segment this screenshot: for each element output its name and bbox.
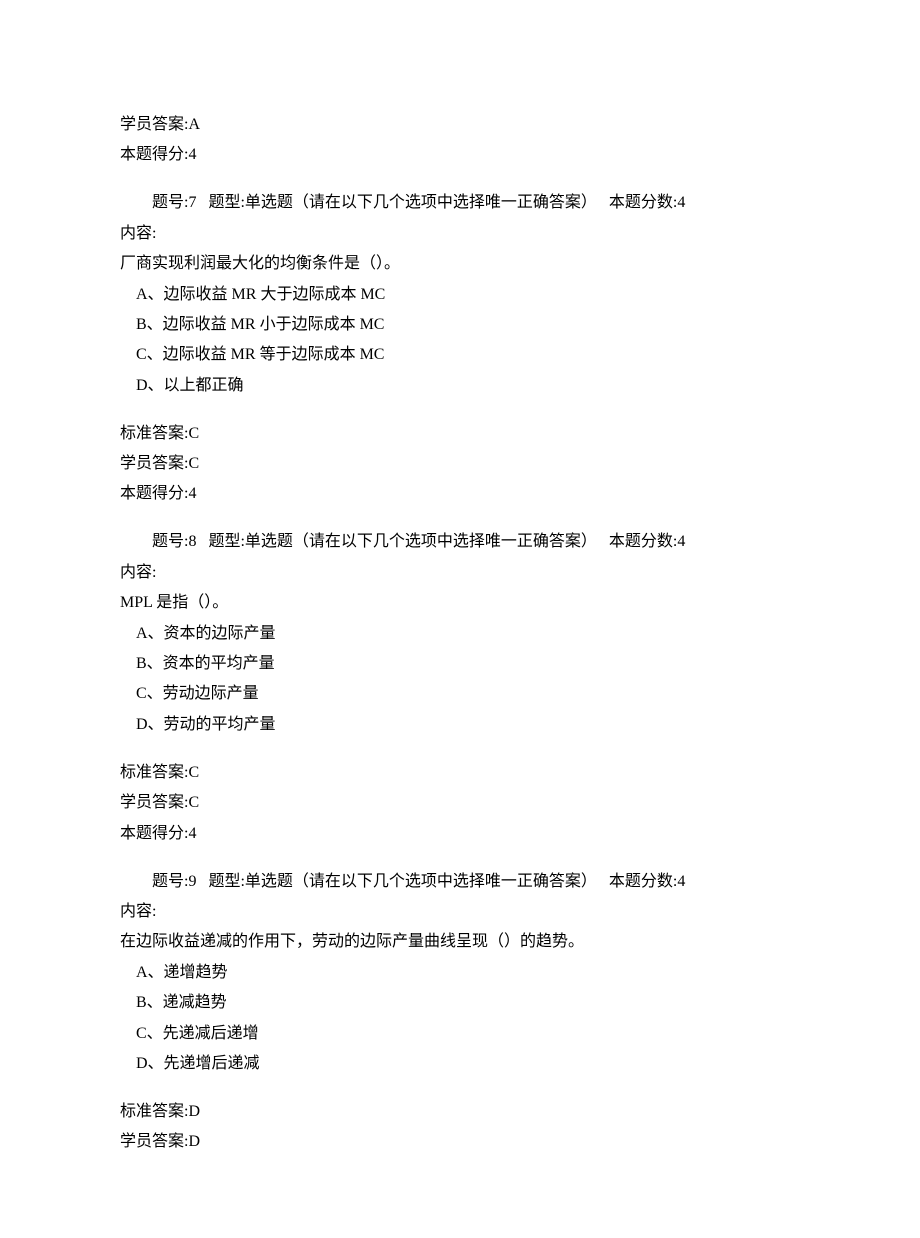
question-type-value: 单选题（请在以下几个选项中选择唯一正确答案）	[245, 873, 597, 890]
standard-answer-line: 标准答案:C	[120, 419, 800, 449]
question-type-label: 题型:	[208, 194, 244, 211]
question-number-value: 7	[188, 194, 196, 211]
question-points-label: 本题分数:	[609, 194, 677, 211]
standard-answer-value: D	[188, 1103, 200, 1120]
question-number-label: 题号:	[152, 533, 188, 550]
question-score-line: 本题得分:4	[120, 479, 800, 509]
question-score-line: 本题得分:4	[120, 819, 800, 849]
question-number-value: 9	[188, 873, 196, 890]
question-header: 题号:7 题型:单选题（请在以下几个选项中选择唯一正确答案） 本题分数:4	[120, 188, 800, 218]
student-answer-line: 学员答案:D	[120, 1127, 800, 1157]
content-label: 内容:	[120, 219, 800, 249]
student-answer-line: 学员答案:C	[120, 788, 800, 818]
option-d: D、以上都正确	[120, 371, 800, 401]
question-type-label: 题型:	[208, 873, 244, 890]
question-score-label: 本题得分:	[120, 825, 188, 842]
question-points-value: 4	[677, 194, 685, 211]
student-answer-value: D	[188, 1133, 200, 1150]
question-text: 厂商实现利润最大化的均衡条件是（）。	[120, 249, 800, 279]
spacer	[120, 740, 800, 758]
spacer	[120, 171, 800, 189]
question-points-value: 4	[677, 873, 685, 890]
standard-answer-line: 标准答案:C	[120, 758, 800, 788]
question-score-value: 4	[188, 485, 196, 502]
option-d: D、先递增后递减	[120, 1049, 800, 1079]
spacer	[120, 401, 800, 419]
question-type-value: 单选题（请在以下几个选项中选择唯一正确答案）	[245, 533, 597, 550]
question-points-value: 4	[677, 533, 685, 550]
option-a: A、递增趋势	[120, 958, 800, 988]
option-c: C、先递减后递增	[120, 1019, 800, 1049]
question-points-label: 本题分数:	[609, 873, 677, 890]
question-number-label: 题号:	[152, 873, 188, 890]
question-score-label: 本题得分:	[120, 485, 188, 502]
option-c: C、边际收益 MR 等于边际成本 MC	[120, 340, 800, 370]
option-b: B、资本的平均产量	[120, 649, 800, 679]
student-answer-line: 学员答案:C	[120, 449, 800, 479]
question-header: 题号:8 题型:单选题（请在以下几个选项中选择唯一正确答案） 本题分数:4	[120, 527, 800, 557]
student-answer-value: A	[188, 116, 200, 133]
student-answer-value: C	[188, 455, 199, 472]
question-type-value: 单选题（请在以下几个选项中选择唯一正确答案）	[245, 194, 597, 211]
student-answer-label: 学员答案:	[120, 794, 188, 811]
question-header: 题号:9 题型:单选题（请在以下几个选项中选择唯一正确答案） 本题分数:4	[120, 867, 800, 897]
question-score-line: 本题得分:4	[120, 140, 800, 170]
question-score-value: 4	[188, 825, 196, 842]
option-a: A、资本的边际产量	[120, 619, 800, 649]
student-answer-label: 学员答案:	[120, 455, 188, 472]
student-answer-label: 学员答案:	[120, 1133, 188, 1150]
standard-answer-label: 标准答案:	[120, 425, 188, 442]
standard-answer-line: 标准答案:D	[120, 1097, 800, 1127]
question-type-label: 题型:	[208, 533, 244, 550]
question-points-label: 本题分数:	[609, 533, 677, 550]
question-number-label: 题号:	[152, 194, 188, 211]
spacer	[120, 510, 800, 528]
option-d: D、劳动的平均产量	[120, 710, 800, 740]
option-b: B、边际收益 MR 小于边际成本 MC	[120, 310, 800, 340]
standard-answer-label: 标准答案:	[120, 764, 188, 781]
question-score-label: 本题得分:	[120, 146, 188, 163]
option-b: B、递减趋势	[120, 988, 800, 1018]
document-page: 学员答案:A 本题得分:4 题号:7 题型:单选题（请在以下几个选项中选择唯一正…	[0, 0, 920, 1238]
option-a: A、边际收益 MR 大于边际成本 MC	[120, 280, 800, 310]
option-c: C、劳动边际产量	[120, 679, 800, 709]
standard-answer-value: C	[188, 425, 199, 442]
question-number-value: 8	[188, 533, 196, 550]
standard-answer-label: 标准答案:	[120, 1103, 188, 1120]
question-score-value: 4	[188, 146, 196, 163]
question-text: MPL 是指（）。	[120, 588, 800, 618]
content-label: 内容:	[120, 897, 800, 927]
student-answer-value: C	[188, 794, 199, 811]
spacer	[120, 1079, 800, 1097]
question-text: 在边际收益递减的作用下，劳动的边际产量曲线呈现（）的趋势。	[120, 927, 800, 957]
spacer	[120, 849, 800, 867]
standard-answer-value: C	[188, 764, 199, 781]
student-answer-line: 学员答案:A	[120, 110, 800, 140]
student-answer-label: 学员答案:	[120, 116, 188, 133]
content-label: 内容:	[120, 558, 800, 588]
